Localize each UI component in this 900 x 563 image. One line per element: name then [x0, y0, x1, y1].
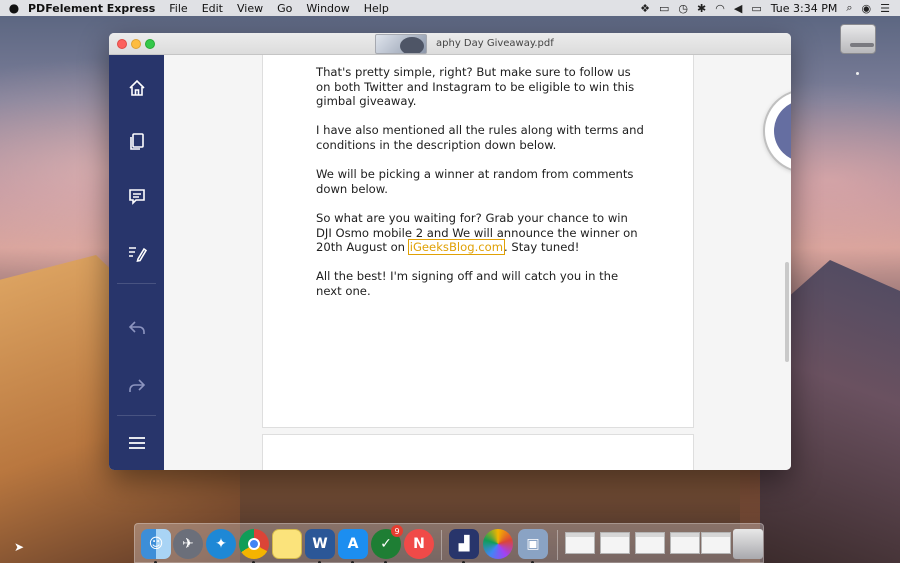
pdfelement-icon[interactable]: ▟	[449, 529, 479, 559]
mouse-cursor-icon: ➤	[14, 540, 25, 554]
apple-icon[interactable]: ●	[0, 1, 28, 15]
preview-icon[interactable]: ▣	[518, 529, 548, 559]
safari-icon[interactable]: ✦	[206, 529, 236, 559]
notification-badge: 9	[391, 525, 403, 537]
paragraph: We will be picking a winner at random fr…	[316, 167, 634, 196]
minimized-window[interactable]	[635, 532, 665, 554]
minimized-window[interactable]	[600, 532, 630, 554]
close-button[interactable]	[117, 39, 127, 49]
next-pdf-page	[262, 434, 694, 470]
wifi-icon[interactable]: ◠	[715, 2, 725, 15]
siri-icon[interactable]: ◉	[862, 2, 872, 15]
news-icon[interactable]: N	[404, 529, 434, 559]
document-thumbnail	[375, 34, 427, 54]
list-icon[interactable]: ☰	[880, 2, 890, 15]
clock[interactable]: Tue 3:34 PM	[771, 2, 838, 15]
menu-file[interactable]: File	[169, 2, 187, 15]
paragraph: So what are you waiting for? Grab your c…	[316, 211, 646, 256]
undo-icon[interactable]	[109, 311, 164, 345]
dock-divider	[441, 530, 442, 560]
menu-window[interactable]: Window	[306, 2, 349, 15]
pages-icon[interactable]	[109, 124, 164, 158]
zoom-button[interactable]	[145, 39, 155, 49]
app-menu[interactable]: PDFelement Express	[28, 2, 155, 15]
screen-icon[interactable]: ▭	[659, 2, 669, 15]
launchpad-icon[interactable]: ✈	[173, 529, 203, 559]
bluetooth-icon[interactable]: ✱	[697, 2, 706, 15]
dock: ☺ ✈ ✦ W A ✓ 9 N ▟ ▣	[134, 523, 764, 563]
sidebar	[109, 55, 164, 470]
battery-icon[interactable]: ▭	[751, 2, 761, 15]
finder-icon[interactable]: ☺	[141, 529, 171, 559]
igeeksblog-link[interactable]: iGeeksBlog.com	[407, 239, 506, 256]
status-area: ❖ ▭ ◷ ✱ ◠ ◀ ▭ Tue 3:34 PM ⌕ ◉ ☰	[640, 1, 900, 15]
sidebar-divider	[117, 415, 156, 416]
menu-bar: ● PDFelement Express File Edit View Go W…	[0, 0, 900, 16]
scrollbar[interactable]	[785, 262, 789, 362]
menu-view[interactable]: View	[237, 2, 263, 15]
edit-icon[interactable]	[109, 236, 164, 270]
redo-icon[interactable]	[109, 369, 164, 403]
menu-edit[interactable]: Edit	[202, 2, 223, 15]
comment-icon[interactable]	[109, 179, 164, 213]
paragraph: I have also mentioned all the rules alon…	[316, 123, 644, 152]
notes-icon[interactable]	[272, 529, 302, 559]
chrome-icon[interactable]	[239, 529, 269, 559]
link-icon	[774, 100, 791, 162]
menu-icon[interactable]	[109, 426, 164, 460]
search-icon[interactable]: ⌕	[846, 1, 852, 15]
trash-icon[interactable]	[733, 529, 763, 559]
minimize-button[interactable]	[131, 39, 141, 49]
menu-help[interactable]: Help	[364, 2, 389, 15]
minimized-window[interactable]	[670, 532, 700, 554]
home-icon[interactable]	[109, 71, 164, 105]
paragraph: All the best! I'm signing off and will c…	[316, 269, 619, 298]
minimized-window[interactable]	[565, 532, 595, 554]
photos-icon[interactable]	[483, 529, 513, 559]
page-text: That's pretty simple, right? But make su…	[316, 65, 646, 313]
volume-icon[interactable]: ◀	[734, 2, 742, 15]
document-area: That's pretty simple, right? But make su…	[164, 55, 791, 470]
app-store-icon[interactable]: A	[338, 529, 368, 559]
hard-disk-icon[interactable]	[837, 22, 879, 75]
menu-go[interactable]: Go	[277, 2, 292, 15]
sidebar-divider	[117, 283, 156, 284]
dock-divider	[557, 530, 558, 560]
dropbox-icon[interactable]: ❖	[640, 2, 650, 15]
time-machine-icon[interactable]: ◷	[678, 2, 688, 15]
paragraph-text: . Stay tuned!	[504, 240, 580, 255]
window-title: aphy Day Giveaway.pdf	[436, 38, 554, 49]
paragraph: That's pretty simple, right? But make su…	[316, 65, 635, 109]
pdf-page: That's pretty simple, right? But make su…	[262, 55, 694, 428]
title-bar: aphy Day Giveaway.pdf	[109, 33, 791, 55]
link-button[interactable]	[763, 89, 791, 173]
minimized-window[interactable]	[701, 532, 731, 554]
word-icon[interactable]: W	[305, 529, 335, 559]
pdf-window: aphy Day Giveaway.pdf That's pretty simp…	[109, 33, 791, 470]
